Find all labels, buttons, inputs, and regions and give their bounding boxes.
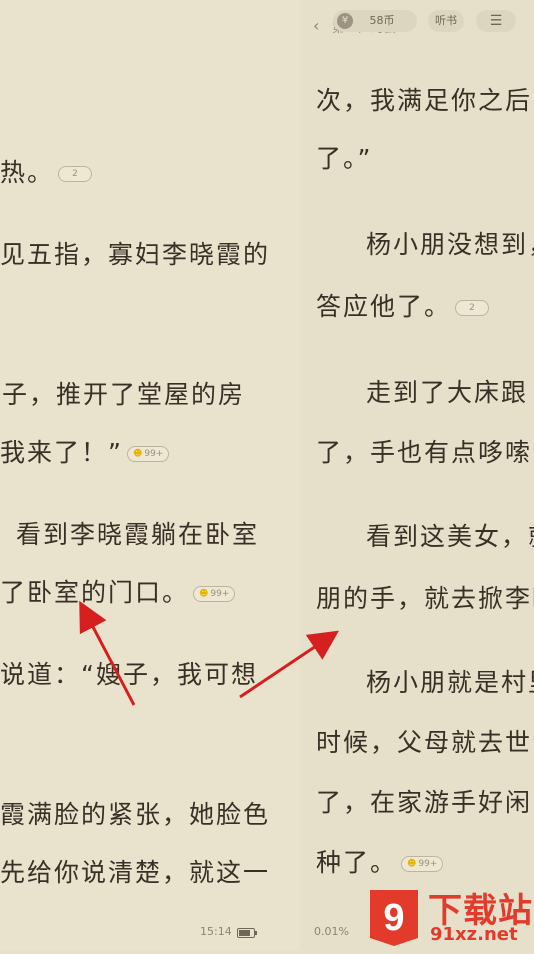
watermark: 9 下载站 91xz.net [364,880,534,950]
annotation-arrow-left [79,600,136,706]
annotation-arrows [79,600,339,706]
watermark-url: 91xz.net [430,924,518,945]
annotation-arrow-right [239,630,339,699]
watermark-logo-icon: 9 [370,890,418,946]
svg-text:9: 9 [383,897,404,939]
